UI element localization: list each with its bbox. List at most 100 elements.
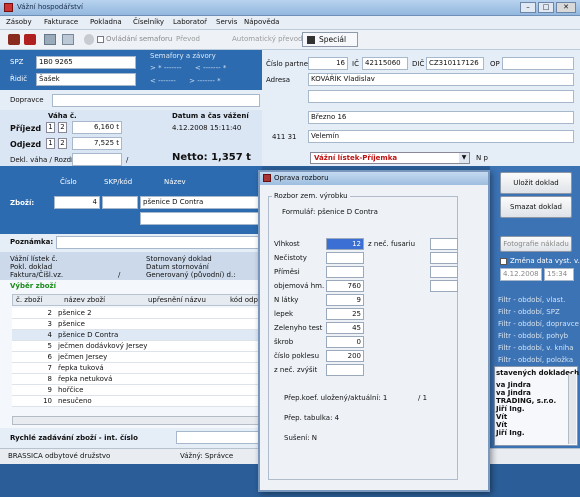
table-row[interactable]: 4 pšenice D Contra — [12, 330, 260, 341]
menu-zasoby[interactable]: Zásoby — [6, 18, 32, 26]
recent-doc-5[interactable]: Vít — [496, 413, 507, 421]
analysis-field-input[interactable]: 200 — [326, 350, 364, 362]
filter-kniha[interactable]: Filtr - období, v. kniha — [498, 344, 574, 352]
photos-button[interactable]: Fotografie nákladu — [500, 236, 572, 252]
recent-docs-scrollbar[interactable] — [568, 374, 576, 444]
analysis-field-input[interactable]: 760 — [326, 280, 364, 292]
poznamka-field[interactable] — [56, 236, 260, 249]
analysis-field-label: Příměsi — [274, 268, 300, 276]
title-bar: Vážní hospodářství – □ ✕ — [0, 0, 580, 16]
time-field[interactable]: 15:34 — [544, 268, 574, 281]
partner-cislo-field[interactable]: 16 — [308, 57, 348, 70]
partner-city: Velemín — [308, 130, 574, 143]
lock-icon[interactable] — [84, 34, 94, 45]
extra-field-1[interactable] — [430, 252, 458, 264]
menu-ciselniky[interactable]: Číselníky — [133, 18, 164, 26]
special-button[interactable]: Speciál — [302, 32, 358, 47]
dialog-icon — [263, 174, 271, 182]
scale2b-button[interactable]: 2 — [58, 138, 67, 149]
ic-label: IČ — [352, 60, 359, 68]
menu-fakturace[interactable]: Fakturace — [44, 18, 78, 26]
scale-icon[interactable] — [8, 34, 20, 45]
extra-field-2[interactable] — [430, 266, 458, 278]
analysis-field-input[interactable]: 25 — [326, 308, 364, 320]
scale1b-button[interactable]: 1 — [46, 138, 55, 149]
calc-icon[interactable] — [62, 34, 74, 45]
info-slash: / — [118, 271, 121, 279]
analysis-field-label: Zelenyho test — [274, 324, 323, 332]
col-header-nazev[interactable]: název zboží — [64, 296, 105, 304]
save-button[interactable]: Uložit doklad — [500, 172, 572, 194]
filter-pohyb[interactable]: Filtr - období, pohyb — [498, 332, 568, 340]
table-row[interactable]: 2 pšenice 2 — [12, 308, 260, 319]
menu-pokladna[interactable]: Pokladna — [90, 18, 122, 26]
table-row[interactable]: 6 ječmen Jersey — [12, 352, 260, 363]
quick-entry-field[interactable] — [176, 431, 260, 444]
menu-servis[interactable]: Servis — [216, 18, 237, 26]
analysis-field-label: lepek — [274, 310, 294, 318]
minimize-button[interactable]: – — [520, 2, 536, 13]
ridic-label: Řidič — [10, 75, 28, 83]
goods-skp-field[interactable] — [102, 196, 138, 209]
table-row[interactable]: 7 řepka tuková — [12, 363, 260, 374]
scale1-button[interactable]: 1 — [46, 122, 55, 133]
table-row[interactable]: 8 řepka netuková — [12, 374, 260, 385]
menu-napoveda[interactable]: Nápověda — [244, 18, 279, 26]
goods-hscroll[interactable] — [12, 416, 260, 425]
delete-button[interactable]: Smazat doklad — [500, 196, 572, 218]
app-icon — [4, 3, 13, 12]
datetime-header: Datum a čas vážení — [172, 112, 249, 120]
ridic-field[interactable]: Šašek — [36, 73, 136, 86]
maximize-button[interactable]: □ — [538, 2, 554, 13]
change-date-checkbox[interactable] — [500, 258, 507, 265]
analysis-field-input[interactable]: 9 — [326, 294, 364, 306]
adresa-label: Adresa — [266, 76, 291, 84]
col-header-upresneni[interactable]: upřesnění názvu — [148, 296, 206, 304]
prevod-button[interactable]: Převod — [176, 35, 200, 43]
table-row[interactable]: 10 nesučeno — [12, 396, 260, 407]
row-name: ječmen Jersey — [58, 353, 108, 361]
table-row[interactable]: 3 pšenice — [12, 319, 260, 330]
recent-doc-7[interactable]: Jiří Ing. — [496, 429, 525, 437]
extra-field-3[interactable] — [430, 280, 458, 292]
recent-doc-1[interactable]: va Jindra — [496, 381, 531, 389]
filter-polozka[interactable]: Filtr - období, položka — [498, 356, 573, 364]
goods-cislo-field[interactable]: 4 — [54, 196, 100, 209]
table-row[interactable]: 9 hořčice — [12, 385, 260, 396]
analysis-field-input[interactable]: 0 — [326, 336, 364, 348]
col-header-cislo[interactable]: č. zboží — [16, 296, 42, 304]
menu-laborator[interactable]: Laboratoř — [173, 18, 207, 26]
filter-dopravce[interactable]: Filtr - období, dopravce — [498, 320, 579, 328]
recent-doc-6[interactable]: Vít — [496, 421, 507, 429]
dekl-field[interactable] — [72, 153, 122, 166]
goods-note-field[interactable] — [140, 212, 260, 225]
recent-doc-2[interactable]: va Jindra — [496, 389, 531, 397]
truck-icon[interactable] — [24, 34, 36, 45]
goods-nazev-field[interactable]: pšenice D Contra — [140, 196, 260, 209]
traffic-checkbox[interactable] — [97, 36, 104, 43]
dialog-suseni: Sušení: N — [284, 434, 318, 442]
recent-doc-4[interactable]: Jiří Ing. — [496, 405, 525, 413]
close-button[interactable]: ✕ — [556, 2, 576, 13]
scale2-button[interactable]: 2 — [58, 122, 67, 133]
filter-spz[interactable]: Filtr - období, SPZ — [498, 308, 560, 316]
fusarium-field[interactable] — [430, 238, 458, 250]
auto-prevod-button[interactable]: Automatický převod — [232, 35, 302, 43]
window-title: Vážní hospodářství — [17, 3, 83, 11]
info-storno: Stornovaný doklad — [146, 255, 212, 263]
semafor-arrows-2: < ------- > ------- * — [150, 77, 221, 85]
analysis-field-input[interactable]: 45 — [326, 322, 364, 334]
recent-doc-3[interactable]: TRADING, s.r.o. — [496, 397, 556, 405]
spz-field[interactable]: 1B0 9265 — [36, 56, 136, 69]
goods-cislo-header: Číslo — [60, 178, 77, 186]
date-field[interactable]: 4.12.2008 — [500, 268, 542, 281]
analysis-field-input[interactable] — [326, 364, 364, 376]
grid-icon[interactable] — [44, 34, 56, 45]
filter-vlast[interactable]: Filtr - období, vlast. — [498, 296, 565, 304]
analysis-field-input[interactable]: 12 — [326, 238, 364, 250]
dopravce-field[interactable] — [52, 94, 260, 107]
analysis-field-input[interactable] — [326, 252, 364, 264]
table-row[interactable]: 5 ječmen dodávkový Jersey — [12, 341, 260, 352]
analysis-field-input[interactable] — [326, 266, 364, 278]
doctype-select[interactable]: Vážní lístek-Příjemka ▼ — [310, 152, 470, 164]
